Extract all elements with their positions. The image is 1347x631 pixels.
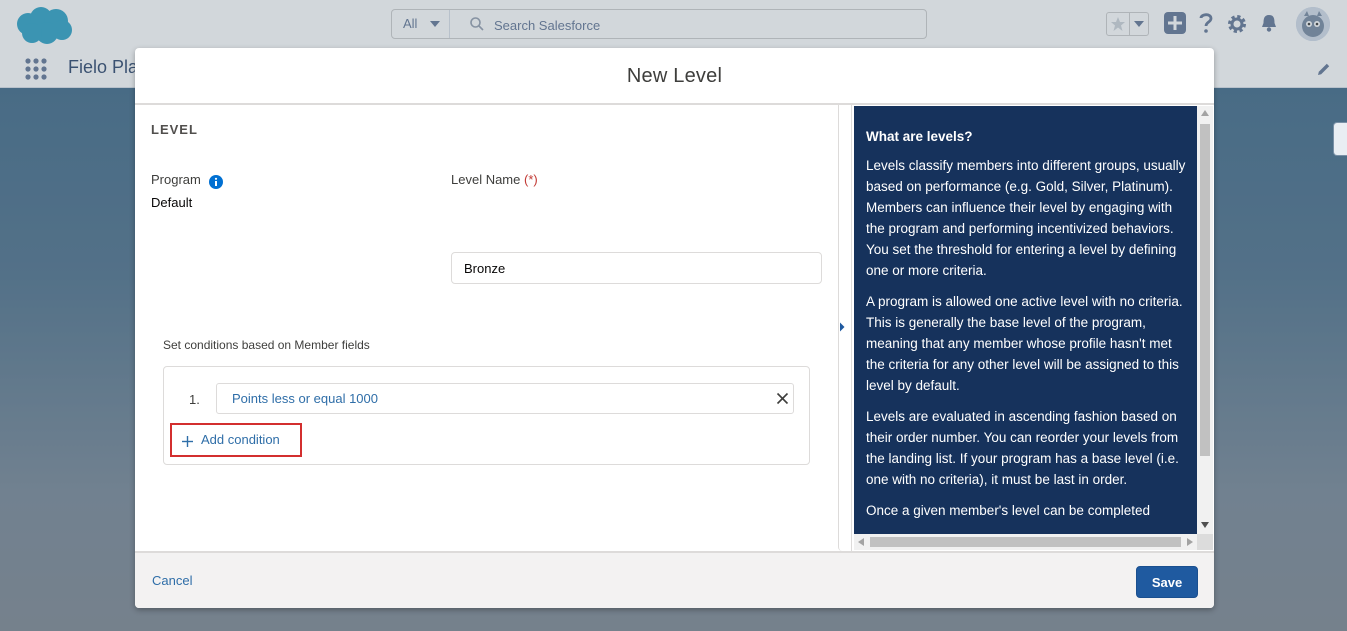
scrollbar-corner [1197, 534, 1213, 550]
help-title: What are levels? [866, 129, 973, 144]
help-paragraph: A program is allowed one active level wi… [866, 294, 1183, 393]
info-icon[interactable] [209, 175, 223, 189]
vertical-scroll-thumb[interactable] [1200, 124, 1210, 456]
condition-text[interactable]: Points less or equal 1000 [232, 391, 378, 406]
new-level-modal: New Level LEVEL Program Default Level Na… [135, 48, 1214, 608]
conditions-caption: Set conditions based on Member fields [163, 338, 370, 352]
level-name-input[interactable] [451, 252, 822, 284]
panel-splitter[interactable] [838, 105, 852, 551]
condition-item[interactable]: Points less or equal 1000 [216, 383, 794, 414]
save-button[interactable]: Save [1136, 566, 1198, 598]
scroll-right-icon[interactable] [1187, 538, 1193, 546]
utility-panel-tab[interactable] [1333, 122, 1347, 156]
add-condition-label: Add condition [201, 432, 280, 447]
scroll-left-icon[interactable] [858, 538, 864, 546]
help-vertical-scrollbar[interactable] [1197, 106, 1213, 534]
help-content: What are levels? Levels classify members… [866, 129, 1186, 531]
scroll-up-icon[interactable] [1201, 110, 1209, 116]
section-title: LEVEL [151, 122, 198, 137]
modal-footer: Cancel Save [135, 551, 1214, 608]
add-condition-button[interactable]: Add condition [170, 423, 302, 457]
help-horizontal-scrollbar[interactable] [854, 534, 1197, 550]
program-value: Default [151, 195, 193, 210]
level-name-label: Level Name (*) [451, 172, 538, 187]
plus-icon [182, 436, 193, 447]
program-label: Program [151, 172, 201, 187]
horizontal-scroll-thumb[interactable] [870, 537, 1181, 547]
required-indicator: (*) [524, 172, 538, 187]
modal-title: New Level [626, 65, 723, 87]
scroll-down-icon[interactable] [1201, 522, 1209, 528]
close-icon[interactable] [776, 392, 789, 405]
help-paragraph: Once a given member's level can be compl… [866, 503, 1150, 518]
modal-header: New Level [135, 48, 1214, 105]
help-paragraph: Levels are evaluated in ascending fashio… [866, 409, 1179, 487]
condition-number: 1. [189, 392, 200, 407]
chevron-right-icon[interactable] [838, 321, 846, 333]
help-panel: What are levels? Levels classify members… [854, 106, 1197, 534]
cancel-button[interactable]: Cancel [152, 573, 192, 588]
level-name-label-text: Level Name [451, 172, 521, 187]
conditions-container: 1. Points less or equal 1000 Add conditi… [163, 366, 810, 465]
help-paragraph: Levels classify members into different g… [866, 158, 1186, 278]
